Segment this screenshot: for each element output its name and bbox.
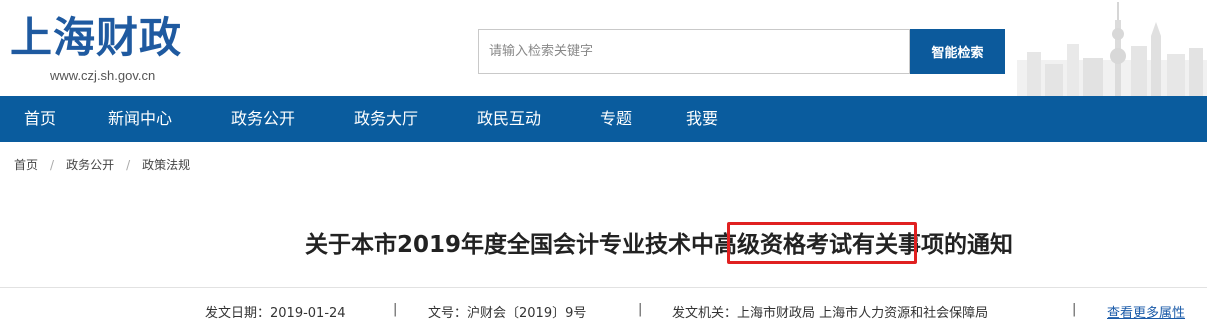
search-button[interactable]: 智能检索 [910, 29, 1005, 74]
search-input[interactable] [479, 30, 909, 73]
meta-doc-number: 文号：沪财会〔2019〕9号 [428, 306, 587, 321]
main-navigation: 首页 新闻中心 政务公开 政务大厅 政民互动 专题 我要 [0, 96, 1207, 142]
breadcrumb-separator: / [126, 158, 131, 172]
meta-date: 发文日期：2019-01-24 [205, 306, 346, 321]
breadcrumb-item-government-affairs[interactable]: 政务公开 [66, 156, 114, 173]
breadcrumb-item-home[interactable]: 首页 [14, 156, 38, 173]
nav-item-news-center[interactable]: 新闻中心 [108, 96, 172, 142]
site-header: 上海财政 www.czj.sh.gov.cn 智能检索 [0, 0, 1207, 96]
title-divider [0, 287, 1207, 288]
breadcrumb-item-policies[interactable]: 政策法规 [142, 156, 190, 173]
meta-separator: | [638, 302, 643, 317]
meta-separator: | [393, 302, 398, 317]
meta-issuer: 发文机关：上海市财政局 上海市人力资源和社会保障局 [672, 306, 989, 321]
nav-item-i-want[interactable]: 我要 [686, 96, 718, 142]
nav-item-interaction[interactable]: 政民互动 [477, 96, 541, 142]
nav-item-topics[interactable]: 专题 [600, 96, 632, 142]
site-logo[interactable]: 上海财政 [10, 14, 182, 62]
meta-separator: | [1072, 302, 1077, 317]
nav-item-home[interactable]: 首页 [24, 96, 56, 142]
breadcrumb-separator: / [50, 158, 55, 172]
article-meta: 发文日期：2019-01-24 | 文号：沪财会〔2019〕9号 | 发文机关：… [0, 302, 1207, 322]
breadcrumb: 首页 / 政务公开 / 政策法规 [14, 156, 190, 172]
city-skyline-image [1017, 2, 1207, 96]
site-url: www.czj.sh.gov.cn [50, 68, 156, 83]
nav-item-government-affairs[interactable]: 政务公开 [231, 96, 295, 142]
search-box [478, 29, 910, 74]
highlight-annotation-box [727, 222, 917, 264]
nav-item-service-hall[interactable]: 政务大厅 [354, 96, 418, 142]
article-title-prefix: 关于本市2019年度全国会计专业技术 [305, 232, 692, 258]
more-attributes-link[interactable]: 查看更多属性 [1107, 302, 1185, 321]
